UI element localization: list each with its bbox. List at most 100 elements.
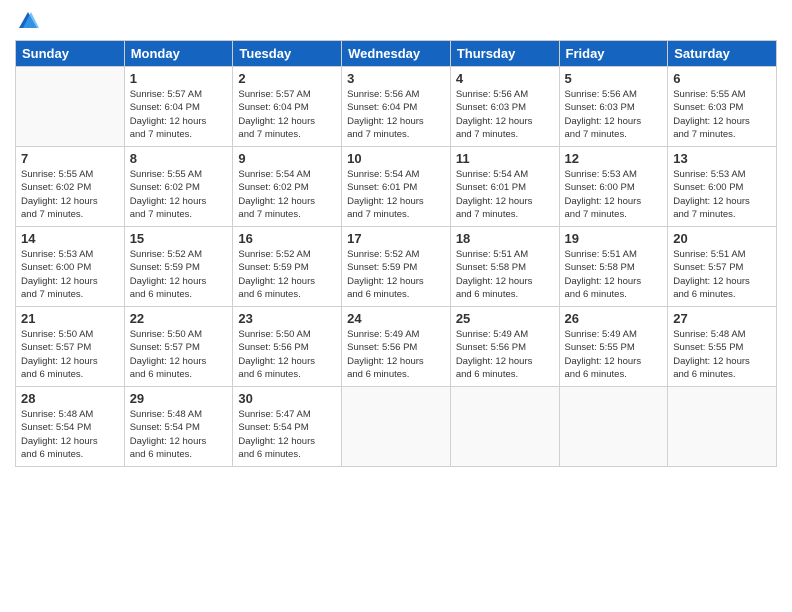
day-info: Sunrise: 5:49 AM Sunset: 5:56 PM Dayligh… — [456, 328, 554, 381]
day-info: Sunrise: 5:55 AM Sunset: 6:02 PM Dayligh… — [130, 168, 228, 221]
calendar-cell: 13 Sunrise: 5:53 AM Sunset: 6:00 PM Dayli… — [668, 147, 777, 227]
calendar-cell: 12 Sunrise: 5:53 AM Sunset: 6:00 PM Dayli… — [559, 147, 668, 227]
day-info: Sunrise: 5:50 AM Sunset: 5:57 PM Dayligh… — [130, 328, 228, 381]
page-header — [15, 10, 777, 32]
day-info: Sunrise: 5:52 AM Sunset: 5:59 PM Dayligh… — [130, 248, 228, 301]
calendar-cell: 16 Sunrise: 5:52 AM Sunset: 5:59 PM Dayli… — [233, 227, 342, 307]
day-info: Sunrise: 5:51 AM Sunset: 5:58 PM Dayligh… — [565, 248, 663, 301]
logo — [15, 10, 39, 32]
calendar-week-row: 28 Sunrise: 5:48 AM Sunset: 5:54 PM Dayli… — [16, 387, 777, 467]
day-number: 29 — [130, 391, 228, 406]
day-info: Sunrise: 5:49 AM Sunset: 5:55 PM Dayligh… — [565, 328, 663, 381]
day-number: 26 — [565, 311, 663, 326]
day-number: 17 — [347, 231, 445, 246]
day-info: Sunrise: 5:54 AM Sunset: 6:01 PM Dayligh… — [456, 168, 554, 221]
day-number: 13 — [673, 151, 771, 166]
calendar-cell: 24Sunrise: 5:49 AM Sunset: 5:56 PM Dayli… — [342, 307, 451, 387]
day-info: Sunrise: 5:56 AM Sunset: 6:03 PM Dayligh… — [456, 88, 554, 141]
calendar-header-day: Monday — [124, 41, 233, 67]
calendar-cell: 22 Sunrise: 5:50 AM Sunset: 5:57 PM Dayli… — [124, 307, 233, 387]
day-number: 27 — [673, 311, 771, 326]
day-number: 15 — [130, 231, 228, 246]
day-number: 2 — [238, 71, 336, 86]
day-number: 14 — [21, 231, 119, 246]
day-number: 18 — [456, 231, 554, 246]
calendar-cell: 8Sunrise: 5:55 AM Sunset: 6:02 PM Daylig… — [124, 147, 233, 227]
calendar-cell: 15 Sunrise: 5:52 AM Sunset: 5:59 PM Dayli… — [124, 227, 233, 307]
calendar-header-day: Tuesday — [233, 41, 342, 67]
calendar-cell: 14 Sunrise: 5:53 AM Sunset: 6:00 PM Dayli… — [16, 227, 125, 307]
calendar-cell: 17 Sunrise: 5:52 AM Sunset: 5:59 PM Dayli… — [342, 227, 451, 307]
calendar-week-row: 14 Sunrise: 5:53 AM Sunset: 6:00 PM Dayli… — [16, 227, 777, 307]
day-info: Sunrise: 5:56 AM Sunset: 6:04 PM Dayligh… — [347, 88, 445, 141]
day-info: Sunrise: 5:56 AM Sunset: 6:03 PM Dayligh… — [565, 88, 663, 141]
day-number: 1 — [130, 71, 228, 86]
day-info: Sunrise: 5:48 AM Sunset: 5:54 PM Dayligh… — [21, 408, 119, 461]
calendar-cell: 5 Sunrise: 5:56 AM Sunset: 6:03 PM Daylig… — [559, 67, 668, 147]
day-number: 9 — [238, 151, 336, 166]
calendar-week-row: 21 Sunrise: 5:50 AM Sunset: 5:57 PM Dayli… — [16, 307, 777, 387]
day-info: Sunrise: 5:53 AM Sunset: 6:00 PM Dayligh… — [673, 168, 771, 221]
calendar-cell: 30 Sunrise: 5:47 AM Sunset: 5:54 PM Dayli… — [233, 387, 342, 467]
calendar-cell: 10 Sunrise: 5:54 AM Sunset: 6:01 PM Dayli… — [342, 147, 451, 227]
day-number: 12 — [565, 151, 663, 166]
day-info: Sunrise: 5:54 AM Sunset: 6:01 PM Dayligh… — [347, 168, 445, 221]
day-number: 4 — [456, 71, 554, 86]
calendar-header-day: Friday — [559, 41, 668, 67]
day-number: 3 — [347, 71, 445, 86]
day-info: Sunrise: 5:51 AM Sunset: 5:57 PM Dayligh… — [673, 248, 771, 301]
calendar-cell: 3 Sunrise: 5:56 AM Sunset: 6:04 PM Daylig… — [342, 67, 451, 147]
calendar-cell: 11 Sunrise: 5:54 AM Sunset: 6:01 PM Dayli… — [450, 147, 559, 227]
calendar-cell: 20Sunrise: 5:51 AM Sunset: 5:57 PM Dayli… — [668, 227, 777, 307]
day-info: Sunrise: 5:50 AM Sunset: 5:57 PM Dayligh… — [21, 328, 119, 381]
day-number: 7 — [21, 151, 119, 166]
calendar-cell: 26 Sunrise: 5:49 AM Sunset: 5:55 PM Dayli… — [559, 307, 668, 387]
calendar-cell: 2 Sunrise: 5:57 AM Sunset: 6:04 PM Daylig… — [233, 67, 342, 147]
day-number: 30 — [238, 391, 336, 406]
day-info: Sunrise: 5:57 AM Sunset: 6:04 PM Dayligh… — [238, 88, 336, 141]
calendar-cell: 19 Sunrise: 5:51 AM Sunset: 5:58 PM Dayli… — [559, 227, 668, 307]
calendar-cell — [668, 387, 777, 467]
calendar-cell — [450, 387, 559, 467]
day-info: Sunrise: 5:53 AM Sunset: 6:00 PM Dayligh… — [21, 248, 119, 301]
day-number: 19 — [565, 231, 663, 246]
day-info: Sunrise: 5:55 AM Sunset: 6:03 PM Dayligh… — [673, 88, 771, 141]
calendar-cell: 4 Sunrise: 5:56 AM Sunset: 6:03 PM Daylig… — [450, 67, 559, 147]
calendar-cell: 25 Sunrise: 5:49 AM Sunset: 5:56 PM Dayli… — [450, 307, 559, 387]
day-info: Sunrise: 5:51 AM Sunset: 5:58 PM Dayligh… — [456, 248, 554, 301]
calendar-cell: 27 Sunrise: 5:48 AM Sunset: 5:55 PM Dayli… — [668, 307, 777, 387]
day-number: 10 — [347, 151, 445, 166]
calendar-cell: 29 Sunrise: 5:48 AM Sunset: 5:54 PM Dayli… — [124, 387, 233, 467]
day-info: Sunrise: 5:47 AM Sunset: 5:54 PM Dayligh… — [238, 408, 336, 461]
day-info: Sunrise: 5:57 AM Sunset: 6:04 PM Dayligh… — [130, 88, 228, 141]
day-number: 28 — [21, 391, 119, 406]
calendar-cell: 6 Sunrise: 5:55 AM Sunset: 6:03 PM Daylig… — [668, 67, 777, 147]
day-number: 5 — [565, 71, 663, 86]
day-info: Sunrise: 5:48 AM Sunset: 5:54 PM Dayligh… — [130, 408, 228, 461]
day-info: Sunrise: 5:48 AM Sunset: 5:55 PM Dayligh… — [673, 328, 771, 381]
day-number: 23 — [238, 311, 336, 326]
calendar-week-row: 1 Sunrise: 5:57 AM Sunset: 6:04 PM Daylig… — [16, 67, 777, 147]
calendar-cell: 21 Sunrise: 5:50 AM Sunset: 5:57 PM Dayli… — [16, 307, 125, 387]
day-info: Sunrise: 5:53 AM Sunset: 6:00 PM Dayligh… — [565, 168, 663, 221]
calendar-header-day: Sunday — [16, 41, 125, 67]
day-number: 25 — [456, 311, 554, 326]
logo-icon — [17, 10, 39, 32]
day-info: Sunrise: 5:54 AM Sunset: 6:02 PM Dayligh… — [238, 168, 336, 221]
day-info: Sunrise: 5:52 AM Sunset: 5:59 PM Dayligh… — [347, 248, 445, 301]
day-number: 6 — [673, 71, 771, 86]
calendar-cell — [16, 67, 125, 147]
calendar-header-day: Saturday — [668, 41, 777, 67]
day-number: 22 — [130, 311, 228, 326]
calendar-header-row: SundayMondayTuesdayWednesdayThursdayFrid… — [16, 41, 777, 67]
calendar-cell: 9 Sunrise: 5:54 AM Sunset: 6:02 PM Daylig… — [233, 147, 342, 227]
day-number: 11 — [456, 151, 554, 166]
calendar-cell: 28 Sunrise: 5:48 AM Sunset: 5:54 PM Dayli… — [16, 387, 125, 467]
day-info: Sunrise: 5:52 AM Sunset: 5:59 PM Dayligh… — [238, 248, 336, 301]
calendar-cell: 23Sunrise: 5:50 AM Sunset: 5:56 PM Dayli… — [233, 307, 342, 387]
calendar-cell: 1 Sunrise: 5:57 AM Sunset: 6:04 PM Daylig… — [124, 67, 233, 147]
day-number: 16 — [238, 231, 336, 246]
day-info: Sunrise: 5:49 AM Sunset: 5:56 PM Dayligh… — [347, 328, 445, 381]
day-number: 21 — [21, 311, 119, 326]
calendar-cell — [342, 387, 451, 467]
